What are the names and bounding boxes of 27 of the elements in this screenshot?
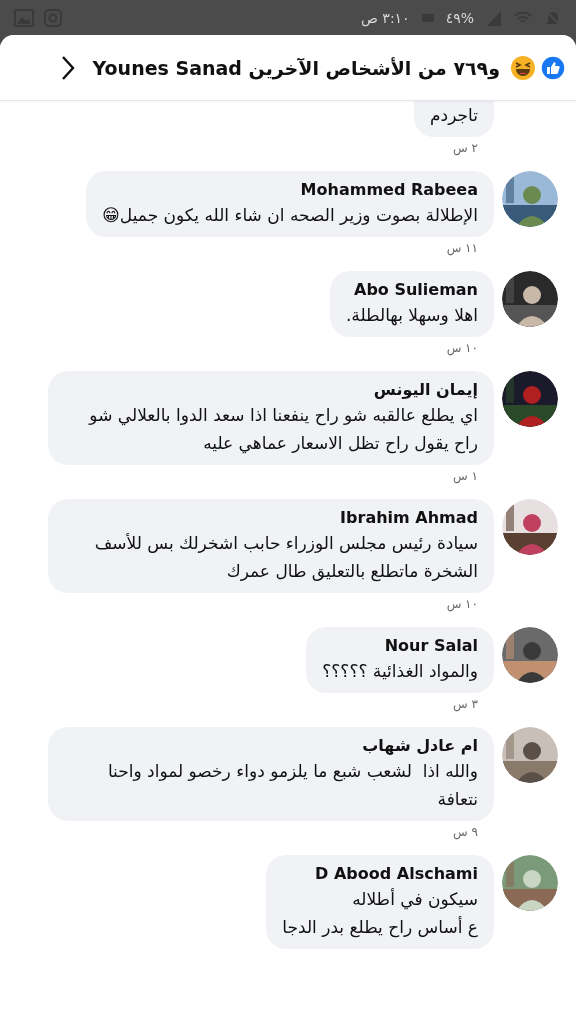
comment-time: ٩ س: [453, 825, 478, 839]
comment-text: تاجردم: [430, 104, 478, 127]
battery-percent: %٤٩: [445, 9, 474, 26]
commenter-name[interactable]: إيمان اليونس: [64, 379, 478, 401]
comment-text: والله اذا لشعب شبع ما يلزمو دواء رخصو لمواد واحنا نتعافة: [106, 760, 478, 811]
comment-text: سيادة رئيس مجلس الوزراء حابب اشخرلك بس للأسف الشخرة ماتطلع بالتعليق طال عمرك: [93, 532, 478, 584]
comment-time: ١٠ س: [446, 341, 478, 355]
comment-text: اهلا وسهلا بهالطلة.: [345, 304, 478, 328]
like-icon: [540, 54, 566, 81]
clock: ٣:١٠ ص: [360, 9, 410, 26]
laughing-emoji-icon: [510, 54, 536, 81]
comment-text: الإطلالة بصوت وزير الصحه ان شاء الله يكون جميل😁: [102, 204, 478, 227]
commenter-name[interactable]: Ibrahim Ahmad: [64, 507, 478, 529]
comment-time: ١١ س: [446, 241, 478, 255]
comment-time: ٣ س: [453, 697, 478, 711]
commenter-name[interactable]: ام عادل شهاب: [64, 735, 478, 757]
commenter-name[interactable]: Mohammed Rabeea: [102, 179, 478, 201]
comment-text: اي يطلع عالقبه شو راح ينفعنا اذا سعد الدوا بالعلالي شو راح يقول راح تظل الاسعار عماهي عليه: [87, 404, 478, 456]
comment-text: والمواد الغذائية ؟؟؟؟؟: [322, 660, 478, 683]
commenter-name[interactable]: Nour Salal: [322, 635, 478, 657]
commenter-name[interactable]: D Abood Alschami: [282, 863, 478, 885]
comment-time: ١٠ س: [446, 597, 478, 611]
comment-text: سيكون في أطلاله ع أساس راح يطلع بدر الدجا: [282, 887, 478, 940]
comment-time: ١ س: [453, 469, 478, 483]
header-title: و٧٦٩ من الأشخاص الآخرين Younes Sanad: [92, 56, 500, 79]
commenter-name[interactable]: Abo Sulieman: [345, 279, 478, 301]
comment-time: ٢ س: [453, 141, 478, 155]
